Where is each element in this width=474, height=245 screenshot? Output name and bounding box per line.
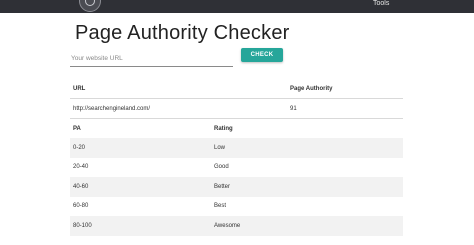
column-header-rating: Rating bbox=[214, 126, 233, 132]
logo-ring-icon bbox=[85, 0, 95, 6]
pa-range-cell: 0-20 bbox=[73, 144, 86, 151]
column-header-page-authority: Page Authority bbox=[290, 80, 403, 99]
result-table: URL Page Authority http://searchenginela… bbox=[70, 80, 403, 119]
table-row: 0-20 Low bbox=[70, 138, 403, 158]
table-row: 60-80 Best bbox=[70, 197, 403, 217]
site-logo-icon[interactable] bbox=[79, 0, 101, 12]
pa-range-cell: 80-100 bbox=[73, 222, 92, 229]
website-url-input[interactable] bbox=[70, 50, 233, 67]
rating-header-row: PA Rating bbox=[70, 120, 403, 138]
result-pa-cell: 91 bbox=[290, 98, 403, 119]
rating-cell: Low bbox=[214, 144, 226, 151]
table-row: 40-60 Better bbox=[70, 177, 403, 197]
rating-cell: Better bbox=[214, 183, 231, 190]
top-navbar: Tools bbox=[0, 0, 474, 13]
rating-cell: Best bbox=[214, 203, 227, 210]
pa-range-cell: 40-60 bbox=[73, 183, 89, 190]
table-row: http://searchengineland.com/ 91 bbox=[70, 98, 403, 119]
rating-cell: Awesome bbox=[214, 222, 241, 229]
pa-range-cell: 20-40 bbox=[73, 164, 89, 171]
column-header-url: URL bbox=[70, 80, 290, 99]
result-header-row: URL Page Authority bbox=[70, 80, 403, 99]
rating-cell: Good bbox=[214, 164, 229, 171]
column-header-pa: PA bbox=[73, 126, 81, 132]
rating-table: PA Rating 0-20 Low 20-40 Good 40-60 Bett… bbox=[70, 120, 403, 236]
check-button[interactable]: CHECK bbox=[241, 48, 283, 62]
page-title: Page Authority Checker bbox=[75, 22, 290, 44]
table-row: 20-40 Good bbox=[70, 158, 403, 178]
table-row: 80-100 Awesome bbox=[70, 216, 403, 236]
result-url-cell: http://searchengineland.com/ bbox=[70, 98, 290, 119]
pa-range-cell: 60-80 bbox=[73, 203, 89, 210]
nav-tools-link[interactable]: Tools bbox=[373, 0, 389, 8]
